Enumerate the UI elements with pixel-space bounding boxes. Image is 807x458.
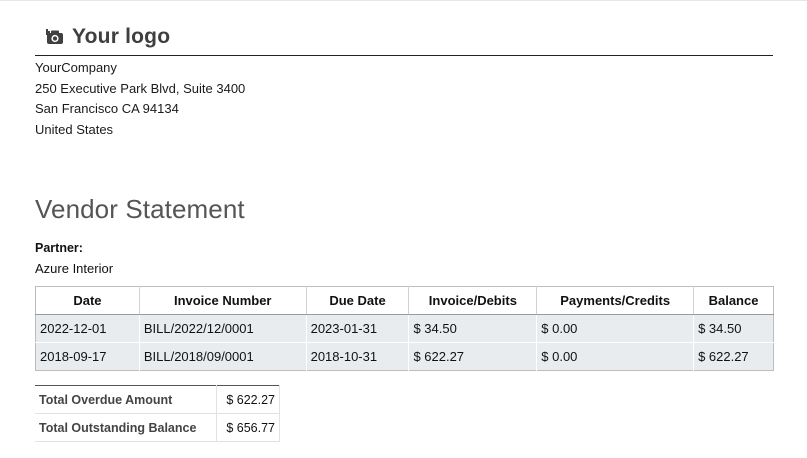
column-header-payments-credits: Payments/Credits <box>536 286 694 315</box>
company-logo: Your logo <box>46 25 170 49</box>
column-header-date: Date <box>35 286 140 315</box>
total-overdue-value: $ 622.27 <box>216 385 280 414</box>
total-overdue-row: Total Overdue Amount $ 622.27 <box>35 385 280 414</box>
address-line-2: San Francisco CA 94134 <box>35 101 179 116</box>
cell-balance: $ 34.50 <box>693 314 774 343</box>
table-header-row: Date Invoice Number Due Date Invoice/Deb… <box>35 286 774 315</box>
partner-label: Partner: <box>35 241 83 255</box>
company-name: YourCompany <box>35 60 117 75</box>
total-outstanding-row: Total Outstanding Balance $ 656.77 <box>35 413 280 442</box>
cell-due-date: 2018-10-31 <box>305 342 409 371</box>
partner-name: Azure Interior <box>35 261 114 276</box>
address-line-1: 250 Executive Park Blvd, Suite 3400 <box>35 80 246 96</box>
document-header: Your logo <box>35 22 773 56</box>
cell-invoice-number: BILL/2022/12/0001 <box>138 314 307 343</box>
company-address: YourCompany 250 Executive Park Blvd, Sui… <box>35 58 245 140</box>
cell-date: 2018-09-17 <box>35 342 140 371</box>
table-row: 2022-12-01 BILL/2022/12/0001 2023-01-31 … <box>35 314 774 343</box>
cell-payments-credits: $ 0.00 <box>536 314 694 343</box>
column-header-due-date: Due Date <box>305 286 409 315</box>
camera-icon <box>46 29 64 45</box>
logo-text: Your logo <box>72 25 171 48</box>
page-title: Vendor Statement <box>35 194 245 224</box>
page-top-border <box>0 0 807 1</box>
column-header-invoice-debits: Invoice/Debits <box>408 286 537 315</box>
cell-invoice-debits: $ 622.27 <box>408 342 537 371</box>
totals-table: Total Overdue Amount $ 622.27 Total Outs… <box>35 385 280 442</box>
column-header-balance: Balance <box>693 286 774 315</box>
total-outstanding-label: Total Outstanding Balance <box>35 413 217 442</box>
cell-date: 2022-12-01 <box>35 314 140 343</box>
total-outstanding-value: $ 656.77 <box>216 413 280 442</box>
cell-balance: $ 622.27 <box>693 342 774 371</box>
cell-due-date: 2023-01-31 <box>305 314 409 343</box>
table-row: 2018-09-17 BILL/2018/09/0001 2018-10-31 … <box>35 342 774 371</box>
address-country: United States <box>35 121 114 137</box>
column-header-invoice-number: Invoice Number <box>138 286 307 315</box>
cell-invoice-debits: $ 34.50 <box>408 314 537 343</box>
cell-invoice-number: BILL/2018/09/0001 <box>138 342 307 371</box>
total-overdue-label: Total Overdue Amount <box>35 385 217 414</box>
statement-table: Date Invoice Number Due Date Invoice/Deb… <box>35 286 774 371</box>
cell-payments-credits: $ 0.00 <box>536 342 694 371</box>
